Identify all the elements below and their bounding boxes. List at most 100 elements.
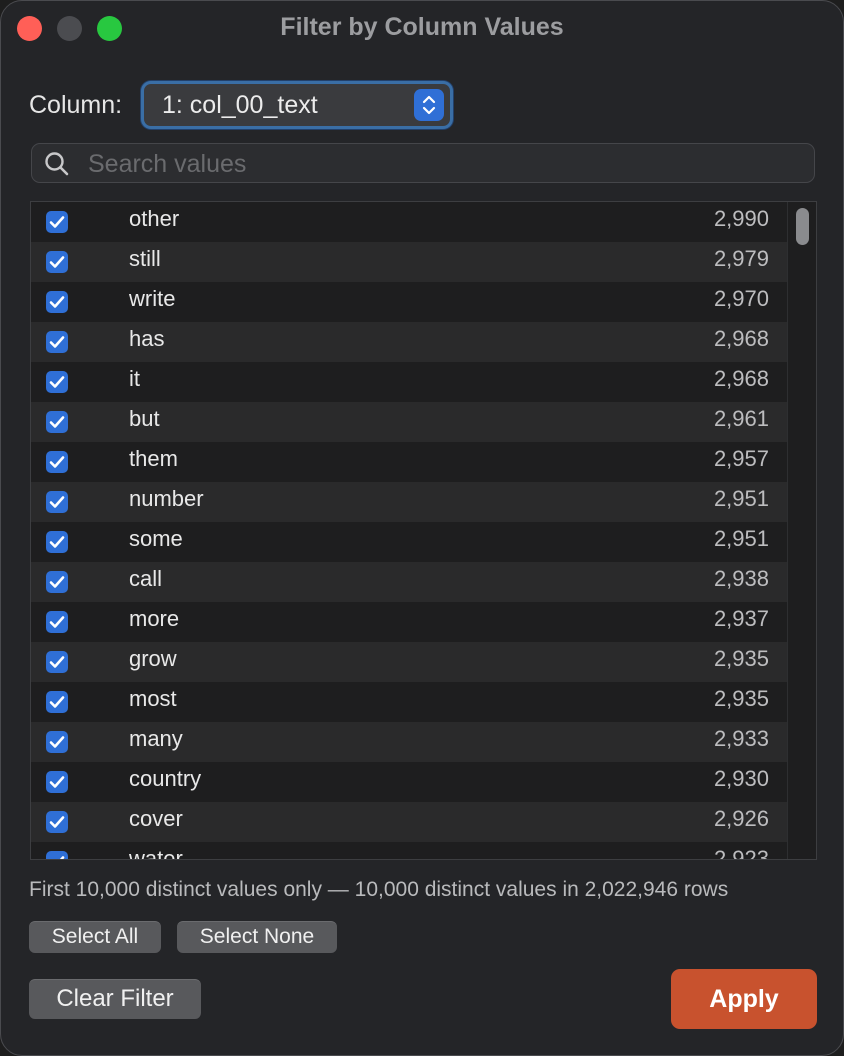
value-checkbox[interactable] [46,851,68,859]
value-checkbox[interactable] [46,371,68,393]
value-label: call [129,566,163,591]
value-label: other [129,206,180,231]
checkmark-icon [49,296,65,308]
value-checkbox[interactable] [46,411,68,433]
list-item[interactable]: write 2,970 [31,282,787,322]
value-checkbox[interactable] [46,651,68,673]
title-bar: Filter by Column Values [1,1,843,57]
value-label: but [129,406,160,431]
value-checkbox[interactable] [46,731,68,753]
select-none-button[interactable]: Select None [177,921,337,953]
scrollbar-thumb[interactable] [796,208,809,245]
list-item[interactable]: most 2,935 [31,682,787,722]
value-count: 2,957 [713,446,769,471]
value-label: cover [129,806,183,831]
checkmark-icon [49,816,65,828]
list-item[interactable]: water 2,923 [31,842,787,860]
value-checkbox[interactable] [46,771,68,793]
checkmark-icon [49,256,65,268]
value-count: 2,961 [713,406,769,431]
value-count: 2,935 [713,646,769,671]
checkmark-icon [49,776,65,788]
value-count: 2,979 [713,246,769,271]
value-count: 2,938 [713,566,769,591]
values-list: other 2,990 still 2,979 write 2,970 has 2,968 it… [30,201,817,860]
value-checkbox[interactable] [46,451,68,473]
value-checkbox[interactable] [46,291,68,313]
value-checkbox[interactable] [46,211,68,233]
list-item[interactable]: call 2,938 [31,562,787,602]
value-label: many [129,726,183,751]
list-item[interactable]: it 2,968 [31,362,787,402]
list-item[interactable]: country 2,930 [31,762,787,802]
search-icon [44,151,70,182]
value-checkbox[interactable] [46,611,68,633]
checkmark-icon [49,376,65,388]
checkmark-icon [49,576,65,588]
checkmark-icon [49,656,65,668]
checkmark-icon [49,456,65,468]
value-label: number [129,486,204,511]
value-count: 2,933 [713,726,769,751]
value-label: write [129,286,176,311]
value-label: it [129,366,140,391]
list-item[interactable]: number 2,951 [31,482,787,522]
value-count: 2,970 [713,286,769,311]
list-item[interactable]: some 2,951 [31,522,787,562]
column-select-value: 1: col_00_text [162,91,318,119]
column-label: Column: [29,91,123,119]
list-item[interactable]: more 2,937 [31,602,787,642]
value-count: 2,968 [713,326,769,351]
value-checkbox[interactable] [46,811,68,833]
window-title: Filter by Column Values [280,13,564,41]
value-checkbox[interactable] [46,691,68,713]
value-checkbox[interactable] [46,531,68,553]
list-item[interactable]: many 2,933 [31,722,787,762]
list-item[interactable]: but 2,961 [31,402,787,442]
value-count: 2,935 [713,686,769,711]
value-label: has [129,326,165,351]
column-select[interactable]: 1: col_00_text [141,81,453,129]
scrollbar[interactable] [787,202,816,859]
chevron-up-down-icon [414,89,444,121]
value-label: more [129,606,180,631]
value-label: grow [129,646,177,671]
value-count: 2,937 [713,606,769,631]
value-checkbox[interactable] [46,251,68,273]
value-count: 2,930 [713,766,769,791]
filter-dialog: Filter by Column Values Column: 1: col_0… [0,0,844,1056]
value-count: 2,968 [713,366,769,391]
list-item[interactable]: has 2,968 [31,322,787,362]
value-count: 2,926 [713,806,769,831]
search-input[interactable] [86,144,790,184]
list-item[interactable]: them 2,957 [31,442,787,482]
list-item[interactable]: cover 2,926 [31,802,787,842]
checkmark-icon [49,416,65,428]
checkmark-icon [49,536,65,548]
checkmark-icon [49,696,65,708]
value-label: them [129,446,178,471]
value-checkbox[interactable] [46,331,68,353]
value-label: some [129,526,183,551]
value-checkbox[interactable] [46,491,68,513]
distinct-values-info: First 10,000 distinct values only — 10,0… [29,878,729,901]
search-field [31,143,815,184]
value-count: 2,951 [713,486,769,511]
value-label: country [129,766,202,791]
checkmark-icon [49,496,65,508]
checkmark-icon [49,616,65,628]
checkmark-icon [49,336,65,348]
value-count: 2,923 [713,846,769,860]
value-checkbox[interactable] [46,571,68,593]
list-item[interactable]: other 2,990 [31,202,787,242]
apply-button[interactable]: Apply [671,969,817,1029]
list-item[interactable]: grow 2,935 [31,642,787,682]
value-label: still [129,246,161,271]
checkmark-icon [49,736,65,748]
list-item[interactable]: still 2,979 [31,242,787,282]
value-count: 2,951 [713,526,769,551]
value-count: 2,990 [713,206,769,231]
select-all-button[interactable]: Select All [29,921,161,953]
checkmark-icon [59,856,65,859]
clear-filter-button[interactable]: Clear Filter [29,979,201,1019]
